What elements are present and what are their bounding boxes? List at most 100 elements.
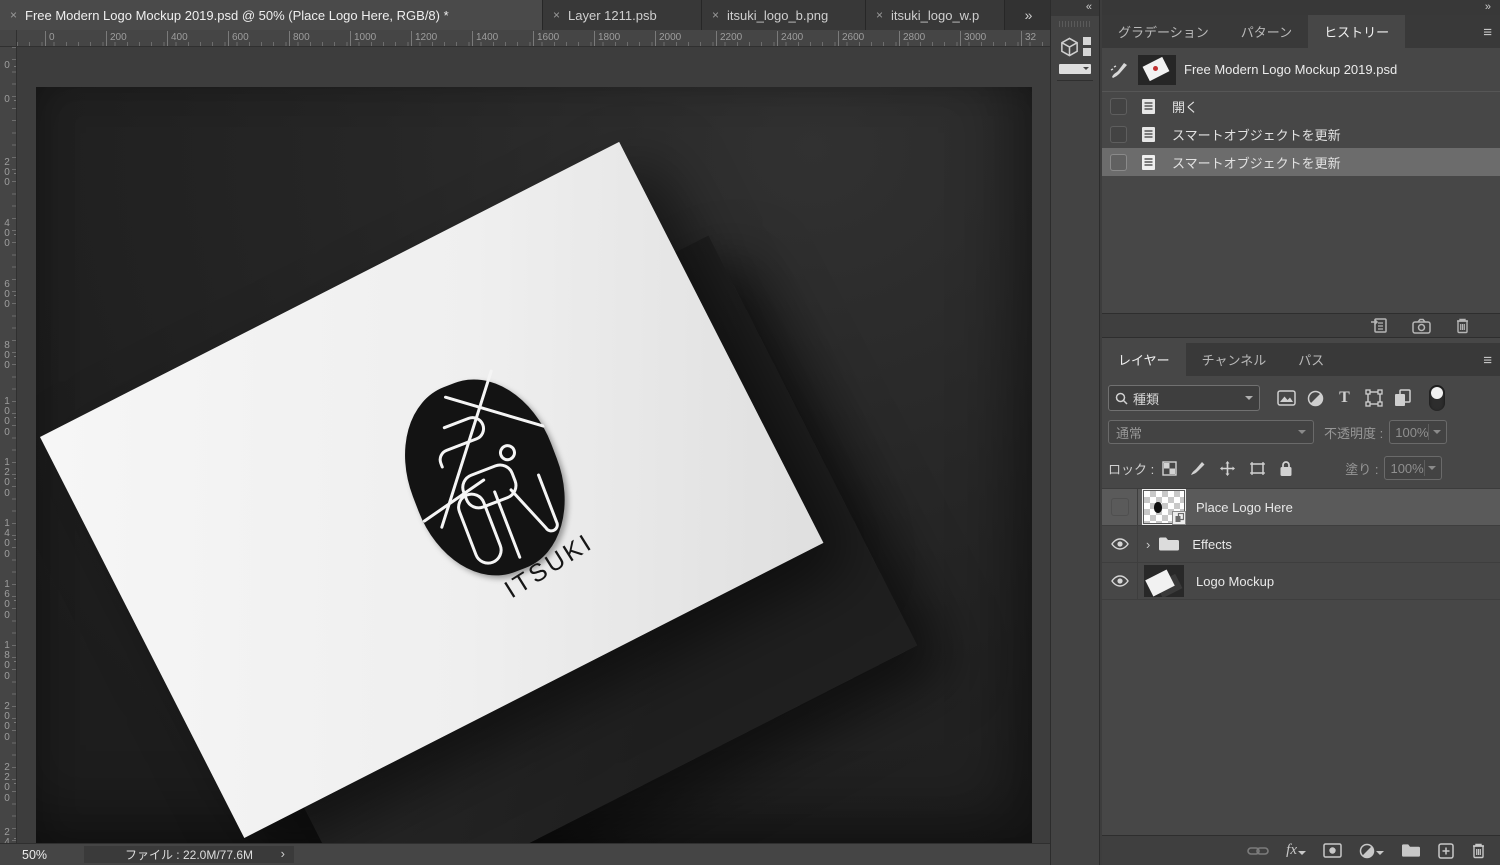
ruler-label: 1 8 0 0: [2, 641, 12, 682]
divider: [1424, 460, 1425, 476]
layer-row-place-logo-here[interactable]: Place Logo Here: [1102, 489, 1500, 526]
snapshot-thumbnail[interactable]: [1138, 55, 1176, 85]
history-source-checkbox[interactable]: [1110, 154, 1127, 171]
filter-toggle-switch[interactable]: [1429, 385, 1445, 411]
tab-layers[interactable]: レイヤー: [1102, 343, 1186, 376]
group-collapsed-chevron-icon[interactable]: ›: [1146, 537, 1150, 552]
history-state-row[interactable]: スマートオブジェクトを更新: [1102, 120, 1500, 148]
snapshot-label[interactable]: Free Modern Logo Mockup 2019.psd: [1184, 62, 1397, 77]
adjustment-layer-icon[interactable]: [1359, 843, 1384, 859]
visibility-column[interactable]: [1102, 489, 1138, 525]
layer-style-fx-icon[interactable]: fx: [1286, 842, 1306, 859]
document-tab[interactable]: × itsuki_logo_w.p: [866, 0, 1005, 30]
smart-object-badge-icon: [1172, 511, 1186, 525]
chevron-down-icon: [1298, 430, 1306, 438]
file-info-field[interactable]: ファイル : 22.0M/77.6M ›: [84, 846, 294, 863]
ruler-label: 2400: [777, 31, 803, 47]
horizontal-ruler[interactable]: 0200400600800100012001400160018002000220…: [17, 30, 1050, 47]
layer-row-logo-mockup[interactable]: Logo Mockup: [1102, 563, 1500, 600]
layer-name[interactable]: Logo Mockup: [1196, 574, 1274, 589]
dock-dropdown-bar[interactable]: [1059, 64, 1091, 74]
visibility-column[interactable]: [1102, 563, 1138, 599]
toggle-knob: [1431, 387, 1443, 399]
eye-visible-icon[interactable]: [1110, 575, 1130, 587]
lock-artboard-icon[interactable]: [1249, 461, 1266, 476]
close-icon[interactable]: ×: [553, 9, 560, 21]
history-brush-icon[interactable]: [1110, 61, 1130, 79]
tab-history[interactable]: ヒストリー: [1308, 15, 1405, 48]
layers-panel: 種類 T: [1102, 376, 1500, 832]
new-snapshot-camera-icon[interactable]: [1412, 318, 1431, 334]
filter-kind-select[interactable]: 種類: [1108, 385, 1260, 411]
history-source-checkbox[interactable]: [1110, 98, 1127, 115]
filter-shape-layers-icon[interactable]: [1359, 389, 1388, 407]
collapsed-panel-button[interactable]: [1057, 32, 1093, 81]
ruler-label: 1200: [411, 31, 437, 47]
history-state-label: 開く: [1172, 97, 1198, 116]
history-state-row-selected[interactable]: スマートオブジェクトを更新: [1102, 148, 1500, 176]
ruler-label: 2 2 0 0: [2, 763, 12, 804]
history-state-row[interactable]: 開く: [1102, 92, 1500, 120]
visibility-column[interactable]: [1102, 526, 1138, 562]
panel-menu-icon[interactable]: ≡: [1483, 24, 1492, 41]
filter-smart-objects-icon[interactable]: [1388, 389, 1417, 407]
tab-gradients[interactable]: グラデーション: [1102, 15, 1225, 48]
layer-row-effects-group[interactable]: › Effects: [1102, 526, 1500, 563]
document-tab-active[interactable]: × Free Modern Logo Mockup 2019.psd @ 50%…: [0, 0, 543, 30]
layer-thumbnail[interactable]: [1144, 565, 1184, 597]
ruler-label: 1600: [533, 31, 559, 47]
close-icon[interactable]: ×: [10, 9, 17, 21]
panel-menu-icon[interactable]: ≡: [1483, 352, 1492, 369]
collapsed-panel-dock: «: [1050, 0, 1100, 865]
close-icon[interactable]: ×: [712, 9, 719, 21]
expand-panels-chevron-icon[interactable]: «: [1051, 0, 1099, 16]
history-snapshot-row[interactable]: Free Modern Logo Mockup 2019.psd: [1102, 48, 1500, 92]
tab-overflow-chevron-icon[interactable]: »: [1005, 0, 1050, 30]
eye-visible-icon[interactable]: [1110, 538, 1130, 550]
ruler-label: 800: [289, 31, 310, 47]
lock-position-move-icon[interactable]: [1219, 460, 1236, 477]
collapse-panels-chevron-icon[interactable]: »: [1102, 0, 1500, 15]
tab-patterns[interactable]: パターン: [1225, 15, 1308, 48]
filter-pixel-layers-icon[interactable]: [1272, 390, 1301, 406]
new-document-from-state-icon[interactable]: [1369, 317, 1388, 334]
ruler-label: 8 0 0: [2, 341, 12, 372]
zoom-level-field[interactable]: 50%: [22, 848, 68, 862]
lock-transparent-pixels-icon[interactable]: [1162, 461, 1177, 476]
ruler-label: 32: [1021, 31, 1036, 47]
visibility-empty-well[interactable]: [1111, 498, 1129, 516]
tab-paths[interactable]: パス: [1282, 343, 1340, 376]
history-state-label: スマートオブジェクトを更新: [1172, 125, 1341, 144]
new-group-folder-icon[interactable]: [1401, 843, 1421, 858]
add-layer-mask-icon[interactable]: [1323, 843, 1342, 858]
opacity-value: 100%: [1395, 425, 1428, 440]
history-source-checkbox[interactable]: [1110, 126, 1127, 143]
document-tab[interactable]: × Layer 1211.psb: [543, 0, 702, 30]
layers-group-tab-bar: レイヤー チャンネル パス ≡: [1102, 343, 1500, 376]
delete-state-trash-icon[interactable]: [1455, 317, 1470, 334]
delete-layer-trash-icon[interactable]: [1471, 842, 1486, 859]
ruler-label: 1 2 0 0: [2, 458, 12, 499]
lock-icons: [1162, 460, 1293, 477]
tab-channels[interactable]: チャンネル: [1186, 343, 1283, 376]
close-icon[interactable]: ×: [876, 9, 883, 21]
ruler-label: 1 4 0 0: [2, 519, 12, 560]
new-layer-icon[interactable]: [1438, 843, 1454, 859]
dock-grip[interactable]: [1059, 20, 1091, 28]
filter-type-layers-icon[interactable]: T: [1330, 389, 1359, 407]
layer-name[interactable]: Effects: [1192, 537, 1232, 552]
lock-image-pixels-brush-icon[interactable]: [1190, 460, 1206, 476]
history-group-tab-bar: グラデーション パターン ヒストリー ≡: [1102, 15, 1500, 48]
document-tab[interactable]: × itsuki_logo_b.png: [702, 0, 866, 30]
search-icon: [1115, 392, 1128, 405]
group-folder-icon: [1158, 536, 1180, 552]
filter-adjustment-layers-icon[interactable]: [1301, 390, 1330, 407]
canvas-document[interactable]: ITSUKI: [36, 87, 1032, 843]
snapshot-thumb-dot: [1153, 66, 1158, 71]
status-chevron-icon[interactable]: ›: [281, 846, 285, 862]
layer-name[interactable]: Place Logo Here: [1196, 500, 1293, 515]
document-tab-label: itsuki_logo_b.png: [727, 8, 828, 23]
lock-all-padlock-icon[interactable]: [1279, 460, 1293, 477]
layer-thumbnail[interactable]: [1144, 491, 1184, 523]
vertical-ruler[interactable]: 002 0 04 0 06 0 08 0 01 0 0 01 2 0 01 4 …: [0, 47, 17, 843]
